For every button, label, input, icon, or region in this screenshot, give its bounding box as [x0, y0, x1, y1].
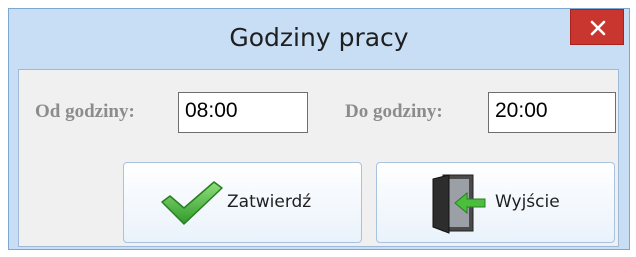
exit-button[interactable]: Wyjście [376, 162, 615, 243]
close-button[interactable] [570, 9, 624, 45]
dialog-body: Od godziny: 08:00 Do godziny: 20:00 Zatw… [18, 69, 619, 247]
from-hour-input[interactable]: 08:00 [178, 92, 308, 133]
confirm-button-label: Zatwierdź [227, 192, 312, 212]
dialog-window: Godziny pracy Od godziny: 08:00 Do godzi… [8, 8, 630, 250]
checkmark-icon [161, 181, 223, 225]
exit-button-label: Wyjście [495, 192, 560, 212]
exit-door-icon [432, 174, 486, 234]
close-icon [590, 20, 606, 36]
to-hour-label: Do godziny: [345, 101, 443, 122]
title-bar: Godziny pracy [9, 9, 629, 67]
to-hour-input[interactable]: 20:00 [488, 92, 616, 133]
confirm-button[interactable]: Zatwierdź [123, 162, 362, 243]
window-title: Godziny pracy [229, 23, 409, 52]
from-hour-label: Od godziny: [35, 101, 135, 122]
